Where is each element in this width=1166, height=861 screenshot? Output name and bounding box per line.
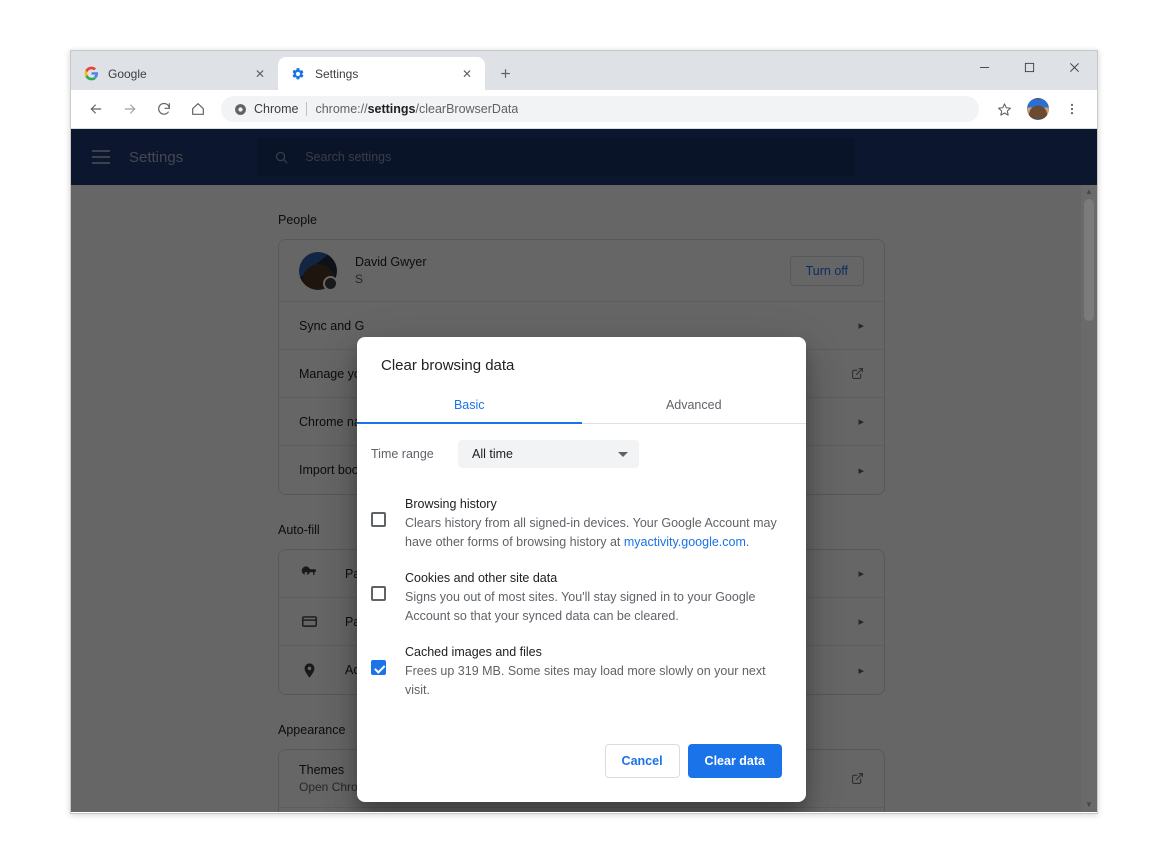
time-range-value: All time [472,447,513,461]
back-icon[interactable] [82,95,110,123]
close-icon[interactable]: ✕ [459,66,475,82]
option-title: Cookies and other site data [405,571,782,585]
cancel-button[interactable]: Cancel [605,744,680,778]
tab-basic[interactable]: Basic [357,389,582,423]
option-cached-images-and-files[interactable]: Cached images and files Frees up 319 MB.… [371,636,782,710]
url-host: settings [368,102,416,116]
myactivity-link[interactable]: myactivity.google.com [624,535,746,549]
tab-advanced[interactable]: Advanced [582,389,807,423]
desc-tail: . [746,535,749,549]
profile-avatar[interactable] [1027,98,1049,120]
time-range-select[interactable]: All time [458,440,639,468]
option-browsing-history[interactable]: Browsing history Clears history from all… [371,488,782,562]
scroll-down-arrow[interactable]: ▼ [1085,798,1093,812]
scroll-up-arrow[interactable]: ▲ [1085,185,1093,199]
option-title: Browsing history [405,497,782,511]
chrome-menu-icon[interactable] [1058,95,1086,123]
screenshot-root: Google ✕ Settings ✕ [0,0,1166,861]
browser-toolbar: Chrome chrome://settings/clearBrowserDat… [71,90,1097,129]
clear-options-list: Browsing history Clears history from all… [357,478,806,716]
clear-data-button[interactable]: Clear data [688,744,782,778]
option-description: Frees up 319 MB. Some sites may load mor… [405,662,782,700]
clear-browsing-data-dialog: Clear browsing data Basic Advanced Time … [357,337,806,802]
dialog-tabs: Basic Advanced [357,389,806,424]
browser-window: Google ✕ Settings ✕ [70,50,1098,814]
omnibox-url: chrome://settings/clearBrowserData [315,102,518,116]
cookies-checkbox[interactable] [371,586,386,601]
dialog-body: Time range All time Browsing history Cle… [357,424,806,802]
option-title: Cached images and files [405,645,782,659]
browsing-history-checkbox[interactable] [371,512,386,527]
time-range-row: Time range All time [357,424,806,478]
address-bar[interactable]: Chrome chrome://settings/clearBrowserDat… [221,96,979,122]
option-text: Cached images and files Frees up 319 MB.… [405,645,782,700]
url-path: /clearBrowserData [416,102,519,116]
chevron-down-icon [618,452,628,457]
close-icon[interactable]: ✕ [252,66,268,82]
window-controls [962,51,1097,83]
option-cookies-and-other-site-data[interactable]: Cookies and other site data Signs you ou… [371,562,782,636]
tab-settings[interactable]: Settings ✕ [278,57,485,90]
option-description: Signs you out of most sites. You'll stay… [405,588,782,626]
tab-title: Settings [315,67,459,81]
omnibox-chip-label: Chrome [254,102,307,116]
page-viewport: Settings Search settings People [71,129,1097,812]
option-text: Cookies and other site data Signs you ou… [405,571,782,626]
settings-gear-icon [290,66,306,82]
reload-icon[interactable] [150,95,178,123]
forward-icon[interactable] [116,95,144,123]
bookmark-star-icon[interactable] [990,95,1018,123]
maximize-button[interactable] [1007,51,1052,83]
scrollbar-thumb[interactable] [1084,199,1094,321]
option-text: Browsing history Clears history from all… [405,497,782,552]
tab-title: Google [108,67,252,81]
dialog-actions: Cancel Clear data [357,716,806,802]
tab-google[interactable]: Google ✕ [71,57,278,90]
cached-images-checkbox[interactable] [371,660,386,675]
option-description: Clears history from all signed-in device… [405,514,782,552]
url-prefix: chrome:// [315,102,367,116]
time-range-label: Time range [371,447,443,461]
close-button[interactable] [1052,51,1097,83]
google-icon [83,66,99,82]
chrome-shield-icon [233,102,247,116]
active-tab-indicator [357,422,582,424]
dialog-title: Clear browsing data [357,337,806,389]
home-icon[interactable] [184,95,212,123]
minimize-button[interactable] [962,51,1007,83]
tab-strip: Google ✕ Settings ✕ [71,51,1097,90]
page-scrollbar[interactable]: ▲ ▼ [1081,185,1097,812]
new-tab-button[interactable] [491,59,519,87]
